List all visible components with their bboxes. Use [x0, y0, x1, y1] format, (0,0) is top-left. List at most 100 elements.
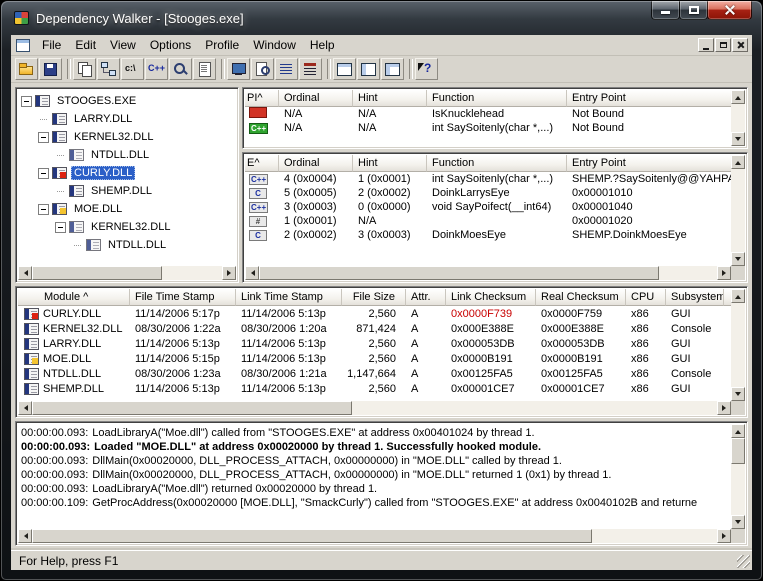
- import-row[interactable]: N/A N/A IsKnucklehead Not Bound: [245, 107, 731, 121]
- menu-help[interactable]: Help: [303, 35, 342, 55]
- tree-node[interactable]: CURLY.DLL: [18, 164, 236, 182]
- pane-layout-1-button[interactable]: [333, 58, 356, 80]
- app-icon[interactable]: [14, 11, 29, 25]
- column-header-link-time[interactable]: Link Time Stamp: [236, 289, 342, 306]
- export-row[interactable]: C++ 4 (0x0004) 1 (0x0001) int SaySoitenl…: [245, 172, 731, 186]
- column-header-subsystem[interactable]: Subsystem: [666, 289, 724, 306]
- mdi-minimize-button[interactable]: [698, 38, 714, 52]
- scroll-left-button[interactable]: [18, 401, 32, 415]
- scroll-right-button[interactable]: [717, 401, 731, 415]
- menu-window[interactable]: Window: [246, 35, 303, 55]
- column-header-entry-point[interactable]: Entry Point: [567, 90, 731, 107]
- pane-layout-3-button[interactable]: [381, 58, 404, 80]
- scroll-track[interactable]: [659, 266, 717, 280]
- properties-button[interactable]: [193, 58, 216, 80]
- column-header-pi[interactable]: PI^: [245, 90, 279, 107]
- save-button[interactable]: [39, 58, 62, 80]
- column-header-attr[interactable]: Attr.: [406, 289, 446, 306]
- search-button[interactable]: [169, 58, 192, 80]
- tree-node[interactable]: NTDLL.DLL: [18, 236, 236, 254]
- tree-node[interactable]: SHEMP.DLL: [18, 182, 236, 200]
- tree-node[interactable]: LARRY.DLL: [18, 110, 236, 128]
- scroll-track[interactable]: [731, 464, 745, 515]
- export-row[interactable]: # 1 (0x0001) N/A 0x00001020: [245, 214, 731, 228]
- scroll-left-button[interactable]: [18, 266, 32, 280]
- menu-edit[interactable]: Edit: [68, 35, 103, 55]
- tree-expander[interactable]: [38, 114, 49, 125]
- horizontal-scrollbar[interactable]: [18, 266, 236, 280]
- scroll-track[interactable]: [352, 401, 717, 415]
- scroll-down-button[interactable]: [731, 132, 745, 146]
- module-row[interactable]: SHEMP.DLL 11/14/2006 5:13p 11/14/2006 5:…: [18, 381, 731, 396]
- scroll-right-button[interactable]: [222, 266, 236, 280]
- undecorate-cpp-button[interactable]: [145, 58, 168, 80]
- tree-node[interactable]: KERNEL32.DLL: [18, 218, 236, 236]
- scroll-track[interactable]: [731, 303, 745, 387]
- find-module-button[interactable]: [251, 58, 274, 80]
- horizontal-scrollbar[interactable]: [18, 401, 731, 415]
- scroll-thumb[interactable]: [32, 266, 162, 280]
- column-header-file-time[interactable]: File Time Stamp: [130, 289, 236, 306]
- tree-expander[interactable]: [38, 168, 49, 179]
- vertical-scrollbar[interactable]: [731, 424, 745, 529]
- scroll-up-button[interactable]: [731, 155, 745, 169]
- tree-expander[interactable]: [55, 186, 66, 197]
- column-header-ordinal[interactable]: Ordinal: [279, 155, 353, 172]
- mdi-restore-button[interactable]: [715, 38, 731, 52]
- open-button[interactable]: [15, 58, 38, 80]
- horizontal-scrollbar[interactable]: [18, 529, 731, 543]
- scroll-thumb[interactable]: [32, 529, 592, 543]
- scroll-track[interactable]: [592, 529, 717, 543]
- column-header-link-checksum[interactable]: Link Checksum: [446, 289, 536, 306]
- auto-expand-button[interactable]: [97, 58, 120, 80]
- column-header-hint[interactable]: Hint: [353, 90, 427, 107]
- tree-expander[interactable]: [21, 96, 32, 107]
- report-view-button[interactable]: [299, 58, 322, 80]
- scroll-right-button[interactable]: [717, 529, 731, 543]
- minimize-button[interactable]: [651, 1, 680, 20]
- column-header-entry-point[interactable]: Entry Point: [567, 155, 731, 172]
- tree-node[interactable]: NTDLL.DLL: [18, 146, 236, 164]
- export-row[interactable]: C 5 (0x0005) 2 (0x0002) DoinkLarrysEye 0…: [245, 186, 731, 200]
- column-header-module[interactable]: Module ^: [18, 289, 130, 306]
- menu-view[interactable]: View: [103, 35, 143, 55]
- mdi-close-button[interactable]: [732, 38, 748, 52]
- module-row[interactable]: NTDLL.DLL 08/30/2006 1:23a 08/30/2006 1:…: [18, 366, 731, 381]
- column-header-file-size[interactable]: File Size: [342, 289, 406, 306]
- column-header-function[interactable]: Function: [427, 155, 567, 172]
- context-help-button[interactable]: [415, 58, 438, 80]
- maximize-button[interactable]: [679, 1, 708, 20]
- scroll-thumb[interactable]: [259, 266, 659, 280]
- tree-node[interactable]: MOE.DLL: [18, 200, 236, 218]
- view-full-paths-button[interactable]: [121, 58, 144, 80]
- list-view-button[interactable]: [275, 58, 298, 80]
- tree-node[interactable]: STOOGES.EXE: [18, 92, 236, 110]
- scroll-down-button[interactable]: [731, 387, 745, 401]
- menu-profile[interactable]: Profile: [198, 35, 246, 55]
- scroll-thumb[interactable]: [731, 438, 745, 464]
- export-row[interactable]: C++ 3 (0x0003) 0 (0x0000) void SayPoifec…: [245, 200, 731, 214]
- module-row[interactable]: KERNEL32.DLL 08/30/2006 1:22a 08/30/2006…: [18, 321, 731, 336]
- close-button[interactable]: [707, 1, 752, 20]
- vertical-scrollbar[interactable]: [731, 90, 745, 146]
- column-header-function[interactable]: Function: [427, 90, 567, 107]
- menu-file[interactable]: File: [35, 35, 68, 55]
- copy-button[interactable]: [73, 58, 96, 80]
- scroll-up-button[interactable]: [731, 424, 745, 438]
- scroll-left-button[interactable]: [245, 266, 259, 280]
- scroll-up-button[interactable]: [731, 289, 745, 303]
- pane-layout-2-button[interactable]: [357, 58, 380, 80]
- scroll-left-button[interactable]: [18, 529, 32, 543]
- horizontal-scrollbar[interactable]: [245, 266, 731, 280]
- start-profiling-button[interactable]: [227, 58, 250, 80]
- scroll-down-button[interactable]: [731, 252, 745, 266]
- module-row[interactable]: LARRY.DLL 11/14/2006 5:13p 11/14/2006 5:…: [18, 336, 731, 351]
- tree-expander[interactable]: [55, 150, 66, 161]
- tree-node[interactable]: KERNEL32.DLL: [18, 128, 236, 146]
- tree-expander[interactable]: [55, 222, 66, 233]
- tree-expander[interactable]: [72, 240, 83, 251]
- column-header-ordinal[interactable]: Ordinal: [279, 90, 353, 107]
- module-row[interactable]: MOE.DLL 11/14/2006 5:15p 11/14/2006 5:13…: [18, 351, 731, 366]
- mdi-child-icon[interactable]: [16, 39, 30, 52]
- scroll-right-button[interactable]: [717, 266, 731, 280]
